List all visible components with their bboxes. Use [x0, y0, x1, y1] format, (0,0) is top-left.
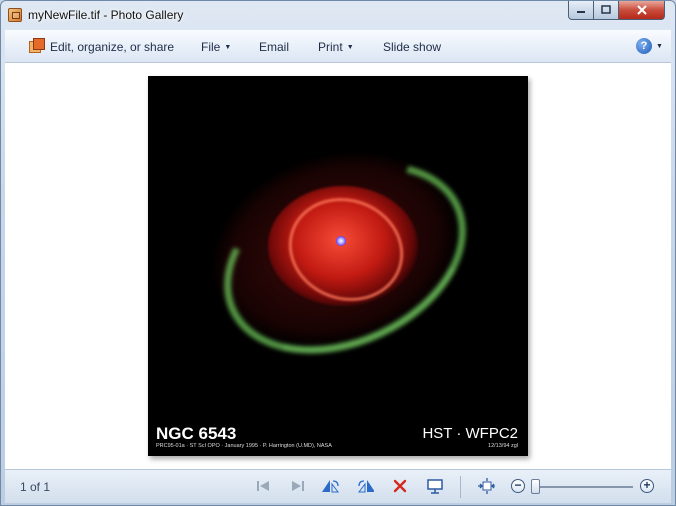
slideshow-label: Slide show — [383, 40, 442, 54]
chevron-down-icon: ▼ — [224, 44, 232, 51]
zoom-slider-thumb[interactable] — [531, 479, 540, 494]
slideshow-icon — [427, 479, 443, 494]
minimize-button[interactable] — [568, 1, 594, 20]
status-bar: 1 of 1 − + — [5, 469, 671, 503]
title-bar[interactable]: myNewFile.tif - Photo Gallery — [1, 1, 675, 29]
rotate-clockwise-button[interactable] — [356, 478, 374, 494]
photo-gallery-icon — [8, 8, 22, 22]
zoom-slider-track[interactable] — [535, 486, 633, 488]
file-menu-label: File — [201, 40, 221, 54]
help-icon[interactable]: ? — [636, 38, 652, 54]
email-label: Email — [259, 40, 290, 54]
nebula-photo: NGC 6543 PRC95-01a · ST ScI OPO · Januar… — [148, 76, 528, 456]
photo-credit: PRC95-01a · ST ScI OPO · January 1995 · … — [156, 443, 332, 449]
slideshow-play-button[interactable] — [426, 478, 444, 494]
status-separator — [460, 476, 461, 498]
photo-gallery-window: myNewFile.tif - Photo Gallery Edit, orga… — [0, 0, 676, 506]
image-position-text: 1 of 1 — [20, 480, 51, 494]
close-button[interactable] — [618, 1, 665, 20]
slideshow-button[interactable]: Slide show — [383, 40, 441, 54]
delete-button[interactable] — [391, 478, 409, 494]
image-viewer: NGC 6543 PRC95-01a · ST ScI OPO · Januar… — [5, 63, 671, 469]
close-icon — [636, 5, 647, 15]
previous-icon — [257, 481, 269, 491]
edit-organize-share-label: Edit, organize, or share — [50, 40, 175, 54]
minimize-icon — [577, 11, 585, 13]
actual-size-icon — [478, 478, 495, 494]
photo-instrument: HST · WFPC2 — [422, 425, 518, 442]
zoom-in-icon[interactable]: + — [640, 479, 654, 493]
maximize-button[interactable] — [593, 1, 619, 20]
rotate-clockwise-icon — [358, 480, 374, 493]
print-menu[interactable]: Print ▼ — [318, 40, 354, 54]
chevron-down-icon[interactable]: ▼ — [656, 43, 663, 50]
rotate-counterclockwise-icon — [322, 480, 339, 493]
file-menu[interactable]: File ▼ — [201, 40, 231, 54]
delete-icon — [393, 479, 407, 493]
email-button[interactable]: Email — [259, 40, 289, 54]
photo-date-code: 12/13/94 zgl — [488, 443, 518, 449]
edit-organize-share-button[interactable]: Edit, organize, or share — [50, 40, 174, 54]
chevron-down-icon: ▼ — [346, 44, 354, 51]
zoom-out-icon[interactable]: − — [511, 479, 525, 493]
maximize-icon — [601, 5, 611, 14]
rotate-counterclockwise-button[interactable] — [321, 478, 339, 494]
photo-object-name: NGC 6543 — [156, 424, 237, 443]
next-button[interactable] — [288, 478, 306, 494]
print-menu-label: Print — [318, 40, 343, 54]
actual-size-button[interactable] — [477, 478, 495, 494]
toolbar: Edit, organize, or share File ▼ Email Pri… — [5, 30, 671, 63]
next-icon — [292, 481, 304, 491]
previous-button[interactable] — [255, 478, 273, 494]
central-star — [336, 236, 346, 246]
edit-organize-icon — [29, 38, 45, 53]
window-title: myNewFile.tif - Photo Gallery — [28, 8, 184, 22]
